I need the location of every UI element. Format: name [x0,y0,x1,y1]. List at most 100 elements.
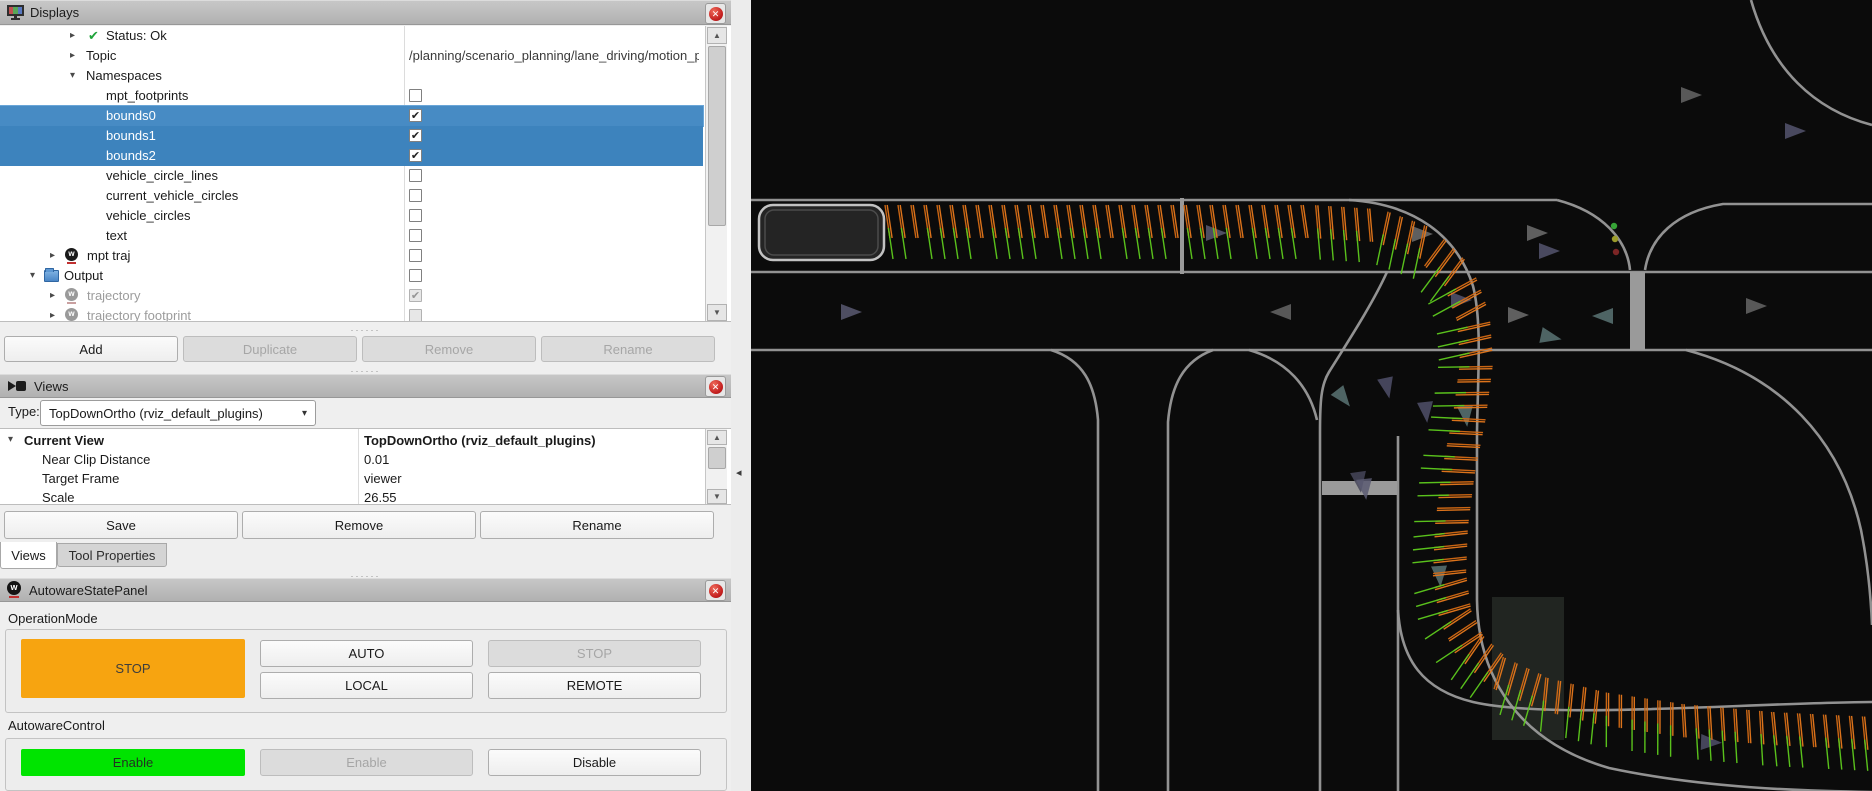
visibility-checkbox-trajectory-footprint[interactable] [409,309,422,322]
trajectory-bound-green [1433,301,1460,316]
remove-display-button[interactable]: Remove [362,336,536,362]
enable-button-disabled[interactable]: Enable [260,749,473,776]
chevron-right-icon[interactable]: ▸ [70,50,75,61]
lane-boundary-line [1051,350,1098,791]
tree-row-trajectory-footprint[interactable]: ▸ trajectory footprint w [0,306,703,322]
panel-splitter[interactable]: ◂ [731,0,751,791]
views-close-button[interactable]: ✕ [705,376,726,397]
chevron-right-icon[interactable]: ▸ [70,30,75,41]
trajectory-bound-orange [1444,459,1477,461]
tree-row-bounds2[interactable]: bounds2 ✔ [0,146,703,166]
trajectory-bound-green [1436,645,1462,662]
lane-direction-arrow-icon [841,304,862,320]
local-button[interactable]: LOCAL [260,672,473,699]
tree-row-vehicle-circle-lines[interactable]: vehicle_circle_lines [0,166,703,186]
tab-views[interactable]: Views [0,542,57,569]
visibility-checkbox-trajectory[interactable]: ✔ [409,289,422,302]
trajectory-bound-green [1429,430,1460,432]
tree-row-label: trajectory footprint [87,308,191,322]
control-current-enable-button[interactable]: Enable [21,749,245,776]
chevron-right-icon[interactable]: ▸ [50,250,55,261]
tree-row-label: current_vehicle_circles [106,188,238,203]
chevron-down-icon[interactable]: ▾ [30,270,35,281]
tree-row-namespaces[interactable]: ▾ Namespaces [0,66,703,86]
tree-row-mpt-footprints[interactable]: mpt_footprints [0,86,703,106]
trajectory-bound-green [1431,417,1462,419]
tree-row-label: mpt traj [87,248,130,263]
save-view-button[interactable]: Save [4,511,238,539]
3d-viewport[interactable] [751,0,1872,791]
tree-row-topic[interactable]: ▸ Topic /planning/scenario_planning/lane… [0,46,703,66]
trajectory-bound-green [1421,468,1452,470]
property-row-near-clip[interactable]: Near Clip Distance 0.01 [0,450,703,469]
trajectory-bound-green [1451,654,1469,680]
road-median-bar [1180,198,1184,274]
scroll-down-icon[interactable]: ▼ [707,304,727,321]
visibility-checkbox-bounds0[interactable]: ✔ [409,109,422,122]
trajectory-bound-green [1470,672,1488,698]
autoware-close-button[interactable]: ✕ [705,580,726,601]
view-type-dropdown[interactable]: TopDownOrtho (rviz_default_plugins) ▾ [40,400,316,426]
autoware-display-icon: w [65,288,80,304]
property-row-target-frame[interactable]: Target Frame viewer [0,469,703,488]
duplicate-button[interactable]: Duplicate [183,336,357,362]
visibility-checkbox-bounds2[interactable]: ✔ [409,149,422,162]
visibility-checkbox-current-vehicle-circles[interactable] [409,189,422,202]
disable-button[interactable]: Disable [488,749,701,776]
trajectory-bound-orange [1456,302,1485,318]
scrollbar-thumb[interactable] [708,447,726,469]
scroll-down-icon[interactable]: ▼ [707,489,727,504]
operation-mode-current-stop-button[interactable]: STOP [21,639,245,698]
rename-view-button[interactable]: Rename [480,511,714,539]
visibility-checkbox-output[interactable] [409,269,422,282]
tree-row-label: Topic [86,48,116,63]
rename-display-button[interactable]: Rename [541,336,715,362]
stop-button-disabled[interactable]: STOP [488,640,701,667]
property-row-current-view[interactable]: ▾ Current View TopDownOrtho (rviz_defaul… [0,431,703,450]
tree-row-text[interactable]: text [0,226,703,246]
chevron-down-icon[interactable]: ▾ [70,70,75,81]
remove-view-button[interactable]: Remove [242,511,476,539]
tree-row-bounds0[interactable]: bounds0 ✔ [0,106,703,126]
auto-button[interactable]: AUTO [260,640,473,667]
displays-tree-scrollbar[interactable]: ▲ ▼ [705,26,727,322]
trajectory-bound-green [1438,367,1469,368]
visibility-checkbox-bounds1[interactable]: ✔ [409,129,422,142]
tree-row-label: Output [64,268,103,283]
visibility-checkbox-mpt-footprints[interactable] [409,89,422,102]
lane-direction-arrow-icon [1746,298,1767,314]
visibility-checkbox-vehicle-circle-lines[interactable] [409,169,422,182]
views-props-scrollbar[interactable]: ▲ ▼ [705,429,727,505]
trajectory-bound-orange [1458,379,1491,380]
tree-row-label: Status: Ok [106,28,167,43]
autoware-panel-header: w AutowareStatePanel ✕ [0,578,731,602]
autoware-display-icon: w [65,248,80,264]
tree-row-bounds1[interactable]: bounds1 ✔ [0,126,703,146]
road-median-bar [1630,272,1645,350]
chevron-right-icon[interactable]: ▸ [50,310,55,321]
remote-button[interactable]: REMOTE [488,672,701,699]
displays-close-button[interactable]: ✕ [705,3,726,24]
visibility-checkbox-mpt-traj[interactable] [409,249,422,262]
tree-row-current-vehicle-circles[interactable]: current_vehicle_circles [0,186,703,206]
scrollbar-thumb[interactable] [708,46,726,226]
scroll-up-icon[interactable]: ▲ [707,430,727,445]
trajectory-bound-green [1414,521,1445,522]
chevron-right-icon[interactable]: ▸ [50,290,55,301]
tree-row-vehicle-circles[interactable]: vehicle_circles [0,206,703,226]
displays-icon [7,5,24,20]
visibility-checkbox-vehicle-circles[interactable] [409,209,422,222]
visibility-checkbox-text[interactable] [409,229,422,242]
collapse-panel-icon[interactable]: ◂ [736,466,742,479]
scroll-up-icon[interactable]: ▲ [707,27,727,44]
tab-tool-properties[interactable]: Tool Properties [57,543,167,567]
chevron-down-icon[interactable]: ▾ [8,434,13,445]
splitter-handle[interactable]: ······ [0,326,731,334]
tree-row-trajectory[interactable]: ▸ trajectory w✔ [0,286,703,306]
tree-row-status[interactable]: ▸ Status: Ok ✔ [0,26,703,46]
displays-tree: ▸ Status: Ok ✔ ▸ Topic /planning/scenari… [0,26,731,322]
tree-row-mpt-traj[interactable]: ▸ mpt traj w [0,246,703,266]
tree-row-output[interactable]: ▾ Output [0,266,703,286]
add-button[interactable]: Add [4,336,178,362]
property-row-scale[interactable]: Scale 26.55 [0,488,703,505]
